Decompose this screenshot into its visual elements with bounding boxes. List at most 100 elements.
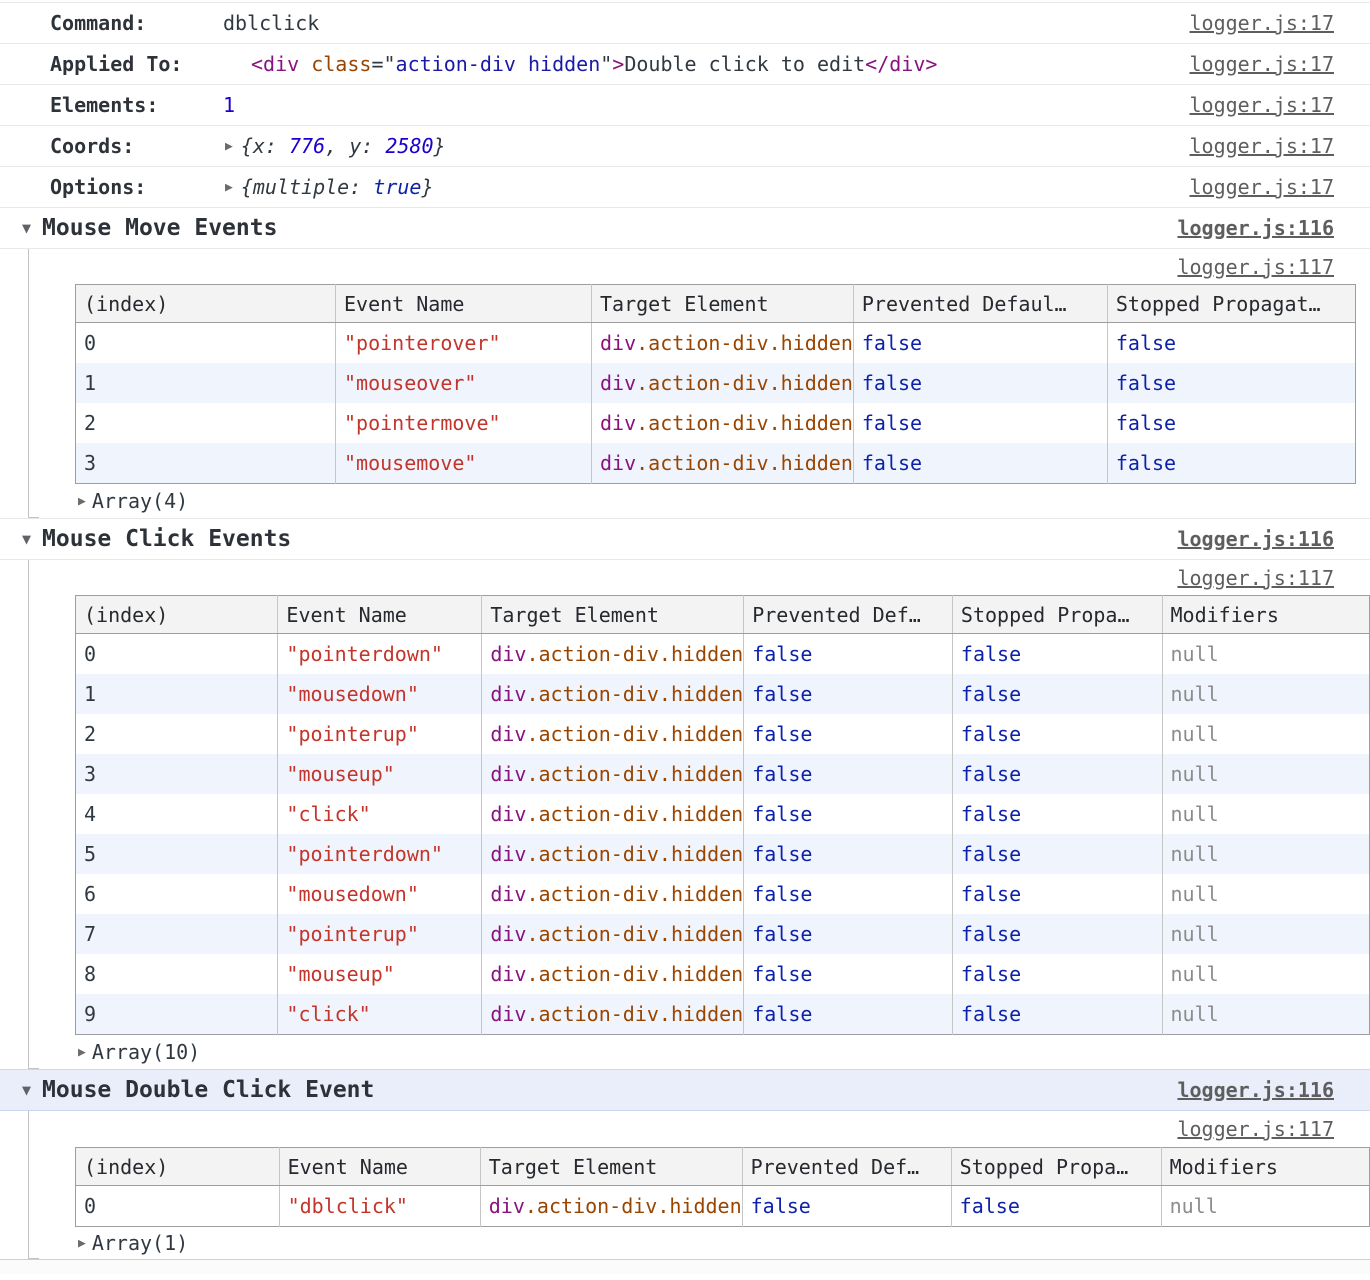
table-header-cell[interactable]: Prevented Defaul…: [853, 285, 1107, 323]
element-class-token: .action-div.hidden: [526, 962, 743, 986]
array-summary: Array(4): [92, 489, 188, 513]
table-row: 1"mousedown"div.action-div.hiddenfalsefa…: [76, 674, 1370, 714]
message-value: dblclick: [223, 11, 319, 35]
table-cell-bool: false: [952, 714, 1162, 754]
cell-value: false: [961, 962, 1021, 986]
table-cell-null: null: [1162, 914, 1370, 954]
console-message-table-source: logger.js:117: [29, 1111, 1370, 1147]
table-header-cell[interactable]: Stopped Propa…: [951, 1148, 1161, 1186]
element-tag-token: div: [490, 642, 526, 666]
source-location-link[interactable]: logger.js:17: [1190, 52, 1335, 76]
table-header-cell[interactable]: (index): [76, 1148, 280, 1186]
cell-value: 0: [84, 642, 96, 666]
table-cell-null: null: [1162, 954, 1370, 994]
source-location-link[interactable]: logger.js:116: [1177, 216, 1334, 240]
expand-icon[interactable]: ▶: [225, 180, 233, 195]
table-cell-index: 0: [76, 323, 336, 364]
cell-value: 0: [84, 1194, 96, 1218]
cell-value: 3: [84, 451, 96, 475]
table-row: 8"mouseup"div.action-div.hiddenfalsefals…: [76, 954, 1370, 994]
table-cell-bool: false: [952, 754, 1162, 794]
source-location-link[interactable]: logger.js:17: [1190, 134, 1335, 158]
console-message-coords: Coords:▶{x: 776, y: 2580}logger.js:17: [0, 125, 1370, 166]
value-token: :: [349, 175, 373, 199]
cell-value: false: [862, 371, 922, 395]
table-cell-element: div.action-div.hidden: [482, 674, 744, 714]
value-token: }: [434, 134, 446, 158]
cell-value: false: [752, 922, 812, 946]
expand-icon[interactable]: ▶: [225, 139, 233, 154]
table-header-cell[interactable]: Target Element: [482, 596, 744, 634]
cell-value: 7: [84, 922, 96, 946]
source-location-link[interactable]: logger.js:117: [1177, 1117, 1334, 1141]
element-tag-token: div: [600, 411, 636, 435]
table-cell-element: div.action-div.hidden: [482, 834, 744, 874]
table-cell-bool: false: [742, 1186, 951, 1227]
expand-icon[interactable]: ▶: [78, 1236, 86, 1251]
cell-value: 6: [84, 882, 96, 906]
element-class-token: .action-div.hidden: [636, 371, 853, 395]
cell-value: "pointerdown": [286, 642, 443, 666]
table-header-cell[interactable]: (index): [76, 285, 336, 323]
table-header-cell[interactable]: Stopped Propa…: [952, 596, 1162, 634]
cell-value: 2: [84, 411, 96, 435]
cell-value: "mouseover": [344, 371, 476, 395]
table-cell-index: 6: [76, 874, 278, 914]
table-header-cell[interactable]: Prevented Def…: [744, 596, 953, 634]
group-end-tick: [28, 1068, 39, 1069]
element-class-token: .action-div.hidden: [525, 1194, 742, 1218]
source-location-link[interactable]: logger.js:17: [1190, 175, 1335, 199]
expand-icon[interactable]: ▶: [78, 494, 86, 509]
table-header-cell[interactable]: Event Name: [279, 1148, 480, 1186]
table-cell-string: "pointerup": [278, 914, 482, 954]
source-location-link[interactable]: logger.js:117: [1177, 566, 1334, 590]
table-header-cell[interactable]: Modifiers: [1161, 1148, 1369, 1186]
table-header-cell[interactable]: Target Element: [592, 285, 854, 323]
table-row: 2"pointerup"div.action-div.hiddenfalsefa…: [76, 714, 1370, 754]
cell-value: false: [752, 882, 812, 906]
table-header-cell[interactable]: Modifiers: [1162, 596, 1370, 634]
table-cell-element: div.action-div.hidden: [592, 403, 854, 443]
table-cell-element: div.action-div.hidden: [482, 754, 744, 794]
table-header-cell[interactable]: Stopped Propagat…: [1107, 285, 1355, 323]
source-location-link[interactable]: logger.js:116: [1177, 1078, 1334, 1102]
group-content: logger.js:117 (index)Event NameTarget Ele…: [28, 560, 1370, 1069]
table-cell-bool: false: [952, 674, 1162, 714]
table-header-cell[interactable]: Target Element: [480, 1148, 742, 1186]
console-group-header[interactable]: ▼Mouse Click Eventslogger.js:116: [0, 518, 1370, 560]
table-cell-string: "click": [278, 794, 482, 834]
table-cell-null: null: [1161, 1186, 1369, 1227]
source-location-link[interactable]: logger.js:17: [1190, 11, 1335, 35]
table-cell-string: "pointerup": [278, 714, 482, 754]
table-cell-bool: false: [1107, 363, 1355, 403]
value-token: ": [600, 52, 612, 76]
table-header-cell[interactable]: Prevented Def…: [742, 1148, 951, 1186]
value-token: </div>: [865, 52, 937, 76]
collapse-icon[interactable]: ▼: [22, 219, 31, 237]
cell-value: "click": [286, 802, 370, 826]
value-token: {: [241, 134, 253, 158]
console-group-header[interactable]: ▼Mouse Double Click Eventlogger.js:116: [0, 1069, 1370, 1111]
table-cell-bool: false: [952, 834, 1162, 874]
table-cell-bool: false: [853, 403, 1107, 443]
source-location-link[interactable]: logger.js:116: [1177, 527, 1334, 551]
element-class-token: .action-div.hidden: [526, 682, 743, 706]
expand-icon[interactable]: ▶: [78, 1045, 86, 1060]
table-cell-element: div.action-div.hidden: [482, 874, 744, 914]
console-group-header[interactable]: ▼Mouse Move Eventslogger.js:116: [0, 207, 1370, 249]
element-class-token: .action-div.hidden: [636, 451, 853, 475]
collapse-icon[interactable]: ▼: [22, 1081, 31, 1099]
table-header-cell[interactable]: (index): [76, 596, 278, 634]
table-row: 0"pointerdown"div.action-div.hiddenfalse…: [76, 634, 1370, 675]
cell-value: false: [961, 842, 1021, 866]
collapse-icon[interactable]: ▼: [22, 530, 31, 548]
table-cell-null: null: [1162, 994, 1370, 1035]
source-location-link[interactable]: logger.js:17: [1190, 93, 1335, 117]
cell-value: "pointerup": [286, 722, 418, 746]
table-header-cell[interactable]: Event Name: [278, 596, 482, 634]
source-location-link[interactable]: logger.js:117: [1177, 255, 1334, 279]
table-row: 2"pointermove"div.action-div.hiddenfalse…: [76, 403, 1356, 443]
table-header-cell[interactable]: Event Name: [336, 285, 592, 323]
cell-value: "mouseup": [286, 762, 394, 786]
table-cell-bool: false: [744, 714, 953, 754]
